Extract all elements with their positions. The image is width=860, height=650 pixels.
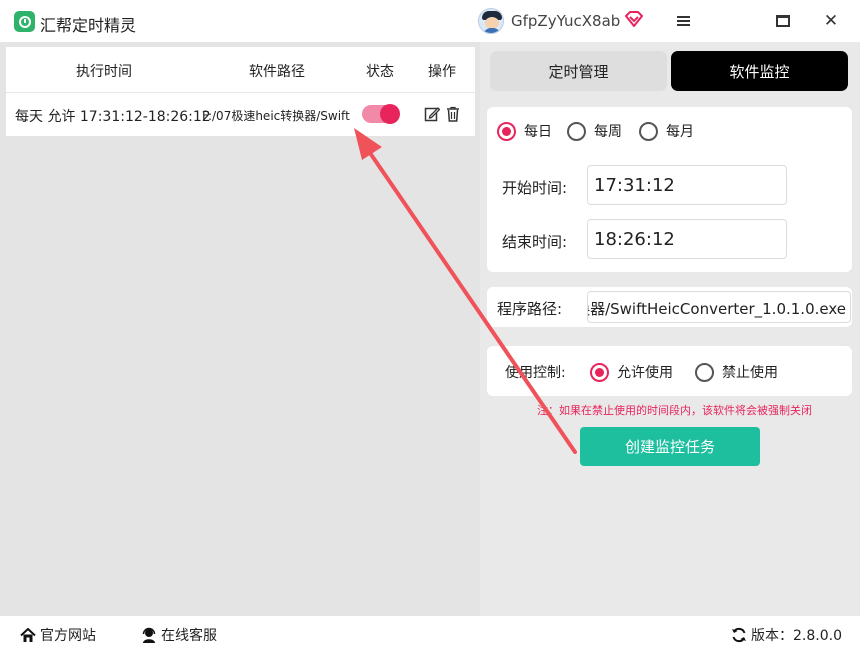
radio-weekly-label: 每周 (594, 124, 622, 140)
radio-allow-indicator (590, 362, 609, 382)
start-time-input[interactable]: 17:31:12 (587, 165, 787, 205)
trash-icon[interactable] (446, 106, 460, 122)
vip-icon[interactable] (625, 11, 643, 27)
app-logo-icon (14, 11, 35, 32)
monitor-panel: 定时管理 软件监控 每日 每周 每月 开始时间: 17:31:12 结束时间: … (480, 42, 860, 616)
home-icon (20, 627, 36, 642)
official-website-link[interactable]: 官方网站 (20, 625, 96, 645)
end-time-value: 18:26:12 (594, 228, 675, 250)
online-support-label: 在线客服 (161, 628, 217, 644)
radio-allow-label: 允许使用 (617, 365, 673, 381)
row-software-path: F:/07极速heic转换器/SwiftH (202, 109, 350, 123)
radio-weekly-indicator (567, 121, 586, 141)
usage-control-card: 使用控制: 允许使用 禁止使用 (487, 346, 852, 396)
program-path-label: 程序路径: (497, 300, 563, 318)
avatar-icon[interactable] (478, 8, 504, 34)
radio-monthly-label: 每月 (666, 124, 694, 140)
header-software-path: 软件路径 (249, 64, 305, 80)
close-icon[interactable]: ✕ (818, 8, 844, 34)
row-exec-time: 每天 允许 17:31:12-18:26:12 (15, 109, 211, 125)
header-status: 状态 (366, 64, 394, 80)
table-header: 执行时间 软件路径 状态 操作 (6, 47, 475, 93)
radio-weekly[interactable]: 每周 (567, 121, 622, 141)
title-bar: 汇帮定时精灵 GfpZyYucX8ab ✕ (0, 0, 860, 42)
radio-daily-label: 每日 (524, 124, 552, 140)
task-list-panel: 执行时间 软件路径 状态 操作 每天 允许 17:31:12-18:26:12 … (0, 42, 480, 616)
version-label: 版本：2.8.0.0 (751, 628, 842, 644)
radio-daily[interactable]: 每日 (497, 121, 552, 141)
table-row[interactable]: 每天 允许 17:31:12-18:26:12 F:/07极速heic转换器/S… (6, 93, 475, 136)
start-time-label: 开始时间: (502, 179, 568, 197)
task-table: 执行时间 软件路径 状态 操作 每天 允许 17:31:12-18:26:12 … (6, 47, 475, 136)
radio-monthly[interactable]: 每月 (639, 121, 694, 141)
version-info[interactable]: 版本：2.8.0.0 (731, 625, 842, 645)
radio-forbid[interactable]: 禁止使用 (695, 362, 778, 382)
tab-timer-management[interactable]: 定时管理 (490, 51, 667, 91)
header-actions: 操作 (428, 64, 456, 80)
official-website-label: 官方网站 (40, 628, 96, 644)
create-monitor-task-button[interactable]: 创建监控任务 (580, 427, 760, 466)
warning-note: 注：如果在禁止使用的时间段内，该软件将会被强制关闭 (537, 404, 812, 417)
online-support-link[interactable]: 在线客服 (141, 625, 217, 645)
username[interactable]: GfpZyYucX8ab (511, 12, 620, 30)
tab-software-monitor[interactable]: 软件监控 (671, 51, 848, 91)
radio-daily-indicator (497, 121, 516, 141)
menu-icon[interactable] (670, 8, 696, 34)
refresh-icon (732, 627, 746, 643)
maximize-icon[interactable] (770, 8, 796, 34)
radio-monthly-indicator (639, 121, 658, 141)
start-time-value: 17:31:12 (594, 174, 675, 196)
status-toggle[interactable] (362, 104, 400, 124)
usage-control-label: 使用控制: (505, 365, 566, 381)
radio-allow[interactable]: 允许使用 (590, 362, 673, 382)
program-path-card: 程序路径: 换器/SwiftHeicConverter_1.0.1.0.exe (487, 287, 852, 327)
radio-forbid-label: 禁止使用 (722, 365, 778, 381)
schedule-card: 每日 每周 每月 开始时间: 17:31:12 结束时间: 18:26:12 (487, 107, 852, 272)
support-icon (142, 627, 156, 643)
footer-bar: 官方网站 在线客服 版本：2.8.0.0 (0, 616, 860, 650)
app-title: 汇帮定时精灵 (40, 16, 137, 35)
program-path-input[interactable]: 换器/SwiftHeicConverter_1.0.1.0.exe (587, 291, 851, 323)
header-exec-time: 执行时间 (76, 64, 132, 80)
radio-forbid-indicator (695, 362, 714, 382)
edit-icon[interactable] (424, 106, 440, 122)
end-time-label: 结束时间: (502, 233, 568, 251)
program-path-value: 换器/SwiftHeicConverter_1.0.1.0.exe (587, 300, 846, 318)
end-time-input[interactable]: 18:26:12 (587, 219, 787, 259)
